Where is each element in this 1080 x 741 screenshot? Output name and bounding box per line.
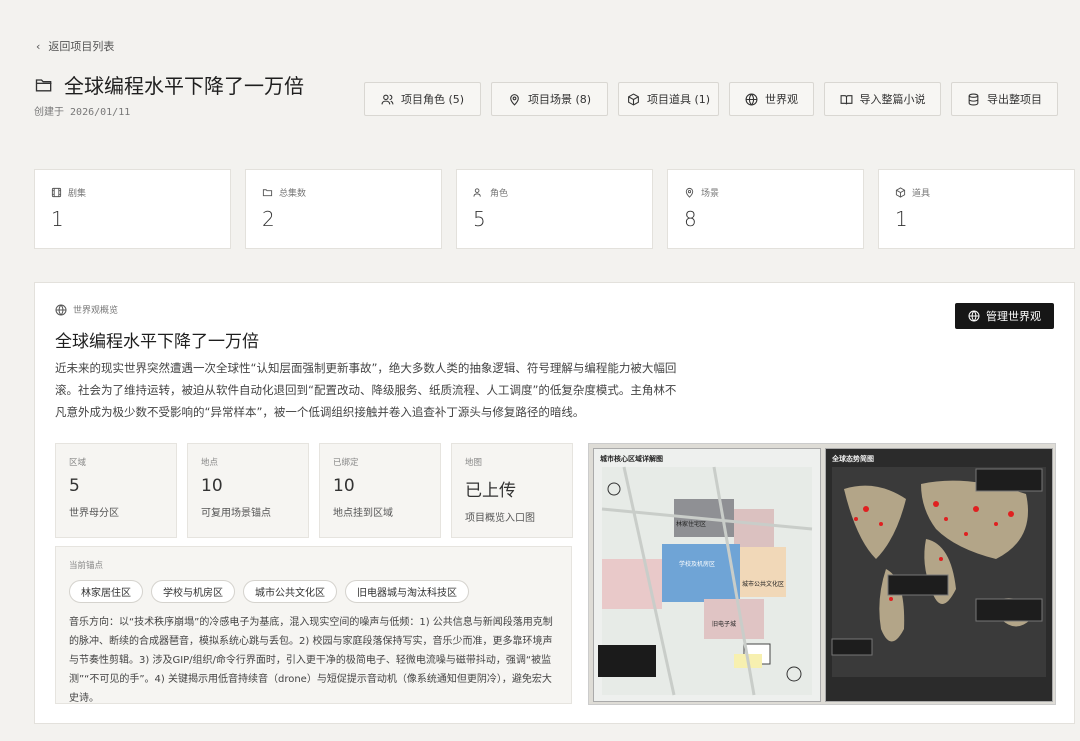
current-anchors: 当前锚点 林家居住区 学校与机房区 城市公共文化区 旧电器城与淘汰科技区 音乐方… <box>55 546 572 704</box>
folder-icon <box>262 189 273 197</box>
anchor-tag[interactable]: 林家居住区 <box>69 580 143 603</box>
worldview-description: 近未来的现实世界突然遭遇一次全球性“认知层面强制更新事故”，绝大多数人类的抽象逻… <box>55 361 677 419</box>
stat-roles: 角色 5 <box>456 169 653 249</box>
stats-row: 剧集 1 总集数 2 角色 5 场景 8 道具 1 <box>34 169 1075 249</box>
back-label: 返回项目列表 <box>48 40 115 53</box>
cube-icon <box>895 187 906 198</box>
city-map: 城市核心区域详解图 林家住宅区 学校及机房区 城市公共文化区 旧电子城 <box>593 448 821 702</box>
metric-locations: 地点 10 可复用场景锚点 <box>187 443 309 538</box>
map-pin-icon <box>685 187 694 198</box>
stat-total-episodes: 总集数 2 <box>245 169 442 249</box>
worldview-panel: 世界观概览 全球编程水平下降了一万倍 管理世界观 近未来的现实世界突然遭遇一次全… <box>34 282 1075 724</box>
database-icon <box>968 93 979 105</box>
anchor-tag[interactable]: 城市公共文化区 <box>243 580 337 603</box>
back-link[interactable]: ‹ 返回项目列表 <box>36 38 114 54</box>
props-button[interactable]: 项目道具 (1) <box>618 82 719 116</box>
world-map-image[interactable]: 城市核心区域详解图 林家住宅区 学校及机房区 城市公共文化区 旧电子城 全球态势… <box>588 443 1056 705</box>
book-icon <box>840 94 852 104</box>
map-pin-icon <box>510 93 519 106</box>
page-title: 全球编程水平下降了一万倍 <box>64 74 304 98</box>
toolbar: 项目角色 (5) 项目场景 (8) 项目道具 (1) 世界观 导入整篇小说 导出… <box>364 82 1058 116</box>
roles-button[interactable]: 项目角色 (5) <box>364 82 481 116</box>
metric-map: 地图 已上传 项目概览入口图 <box>451 443 573 538</box>
worldview-metrics: 区域 5 世界母分区 地点 10 可复用场景锚点 已绑定 10 地点挂到区域 地… <box>55 443 573 538</box>
stat-scenes: 场景 8 <box>667 169 864 249</box>
import-novel-button[interactable]: 导入整篇小说 <box>824 82 941 116</box>
chevron-left-icon: ‹ <box>36 39 41 53</box>
metric-bound: 已绑定 10 地点挂到区域 <box>319 443 441 538</box>
anchor-tags: 林家居住区 学校与机房区 城市公共文化区 旧电器城与淘汰科技区 <box>69 580 558 603</box>
worldview-header: 世界观概览 <box>55 303 118 316</box>
globe-icon <box>968 310 980 322</box>
music-direction: 音乐方向：以“技术秩序崩塌”的冷感电子为基底，混入现实空间的噪声与低频：1) 公… <box>69 617 553 704</box>
globe-icon <box>55 304 67 315</box>
created-date: 创建于 2026/01/11 <box>34 107 131 118</box>
manage-worldview-button[interactable]: 管理世界观 <box>955 303 1054 329</box>
stat-episodes: 剧集 1 <box>34 169 231 249</box>
worldview-button[interactable]: 世界观 <box>729 82 814 116</box>
scenes-button[interactable]: 项目场景 (8) <box>491 82 608 116</box>
page-title-row: 全球编程水平下降了一万倍 <box>34 70 304 99</box>
anchor-tag[interactable]: 学校与机房区 <box>151 580 235 603</box>
export-project-button[interactable]: 导出整项目 <box>951 82 1058 116</box>
film-icon <box>51 187 62 198</box>
stat-props: 道具 1 <box>878 169 1075 249</box>
metric-regions: 区域 5 世界母分区 <box>55 443 177 538</box>
global-map: 全球态势简图 <box>825 448 1053 702</box>
folder-open-icon <box>35 78 52 91</box>
users-icon <box>381 94 394 104</box>
users-icon <box>473 188 481 197</box>
anchor-tag[interactable]: 旧电器城与淘汰科技区 <box>345 580 469 603</box>
cube-icon <box>628 92 639 106</box>
globe-icon <box>745 93 758 105</box>
worldview-title: 全球编程水平下降了一万倍 <box>55 332 259 352</box>
